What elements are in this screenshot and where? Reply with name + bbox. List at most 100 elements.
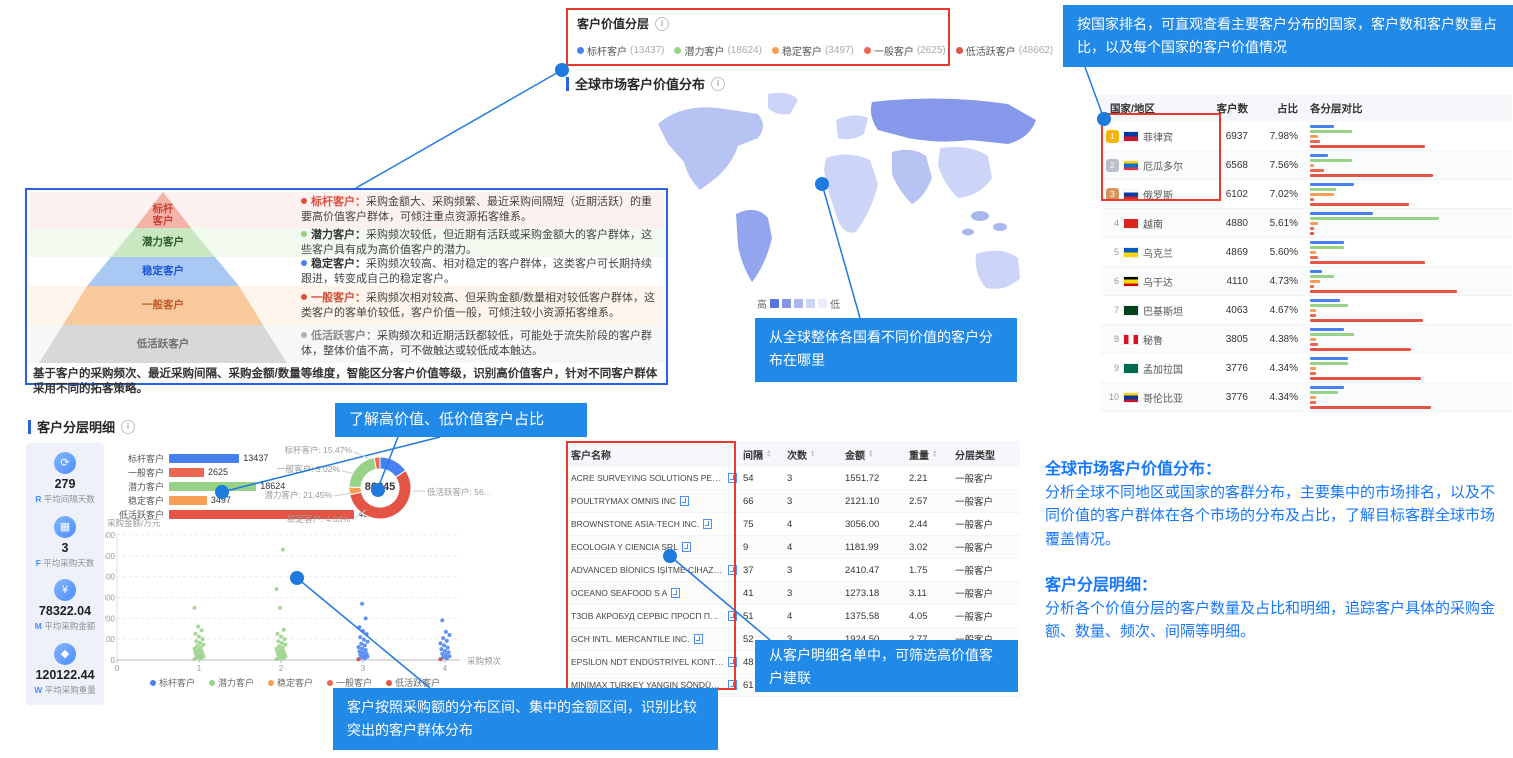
legend-count: (3497) <box>825 45 854 56</box>
tier-bar <box>1310 159 1352 162</box>
scatter-point <box>366 640 370 644</box>
rank-number: 5 <box>1106 247 1119 257</box>
customer-times: 3 <box>781 496 839 507</box>
map-sea-islands <box>962 229 974 236</box>
customer-row[interactable]: POULTRYMAX OMNIS INC6632121.102.57一般客户 <box>565 490 1020 513</box>
legend-item[interactable]: 潜力客户(18624) <box>674 43 761 58</box>
country-row[interactable]: 3俄罗斯61027.02% <box>1100 180 1512 209</box>
country-row[interactable]: 4越南48805.61% <box>1100 209 1512 238</box>
copy-icon[interactable] <box>728 473 737 483</box>
scatter-point <box>362 638 366 642</box>
scatter-legend-item[interactable]: 稳定客户 <box>268 676 313 689</box>
customer-name-cell: GCH INTL. MERCANTILE INC. <box>565 634 737 644</box>
customer-row[interactable]: ТЗОВ АКРОБУД СЕРВІС ПРОСП ПЕРЕМОГИ 91514… <box>565 605 1020 628</box>
country-col-header: 各分层对比 <box>1298 101 1512 116</box>
scatter-point <box>445 639 449 643</box>
rank-number: 4 <box>1106 218 1119 228</box>
legend-item[interactable]: 一般客户(2625) <box>864 43 946 58</box>
country-flag-icon <box>1123 247 1139 258</box>
customer-name-cell: ACRE SURVEYING SOLUTIONS PERU S A C AC <box>565 473 737 483</box>
tier-bar <box>1310 164 1314 167</box>
stat-value: 279 <box>35 477 95 491</box>
scatter-legend-item[interactable]: 潜力客户 <box>209 676 254 689</box>
customer-col-header-text: 金额 <box>845 447 865 462</box>
copy-icon[interactable] <box>680 496 689 506</box>
customer-amount: 3056.00 <box>839 519 903 530</box>
sort-icon[interactable]: ▲▼ <box>932 450 937 459</box>
country-name: 乌克兰 <box>1143 245 1173 260</box>
scatter-point <box>360 602 364 606</box>
callout-customer-list: 从客户明细名单中，可筛选高价值客户建联 <box>755 640 1018 692</box>
tier-bar <box>1310 183 1354 186</box>
country-flag-icon <box>1123 334 1139 345</box>
axis-tick-label: 400 <box>105 573 116 582</box>
copy-icon[interactable] <box>728 611 737 621</box>
country-name: 菲律宾 <box>1143 129 1173 144</box>
country-row[interactable]: 5乌克兰48695.60% <box>1100 238 1512 267</box>
map-russia <box>871 98 1036 144</box>
customer-name-cell: POULTRYMAX OMNIS INC <box>565 496 737 506</box>
info-icon[interactable] <box>711 77 725 91</box>
customer-row[interactable]: OCEANO SEAFOOD S A4131273.183.11一般客户 <box>565 582 1020 605</box>
purchase-scatter-chart: 010020030040050060001234采购金额/万元采购频次 <box>105 518 510 678</box>
scatter-legend-label: 标杆客户 <box>159 676 195 689</box>
country-percentage: 5.61% <box>1248 218 1298 229</box>
country-customer-count: 6102 <box>1200 189 1248 200</box>
sort-icon[interactable]: ▲▼ <box>810 450 815 459</box>
tier-bar <box>1310 362 1348 365</box>
copy-icon[interactable] <box>728 657 737 667</box>
customer-row[interactable]: BROWNSTONE ASIA-TECH INC.7543056.002.44一… <box>565 513 1020 536</box>
scatter-point <box>357 625 361 629</box>
scatter-point <box>200 649 204 653</box>
bar <box>169 454 239 463</box>
scatter-point <box>195 644 199 648</box>
legend-item[interactable]: 稳定客户(3497) <box>772 43 854 58</box>
country-row[interactable]: 2厄瓜多尔65687.56% <box>1100 151 1512 180</box>
customer-row[interactable]: ECOLOGIA Y CIENCIA SRL941181.993.02一般客户 <box>565 536 1020 559</box>
legend-label: 低活跃客户 <box>966 43 1016 58</box>
copy-icon[interactable] <box>728 680 737 690</box>
info-icon[interactable] <box>655 17 669 31</box>
tier-bar <box>1310 396 1316 399</box>
customer-tier: 一般客户 <box>949 494 1020 508</box>
sort-icon[interactable]: ▲▼ <box>766 450 771 459</box>
axis-tick-label: 采购金额/万元 <box>107 518 161 528</box>
customer-row[interactable]: ADVANCED BİONİCS İŞİTME CİHAZLARI TİCARE… <box>565 559 1020 582</box>
customer-name: BROWNSTONE ASIA-TECH INC. <box>571 519 699 529</box>
country-row[interactable]: 7巴基斯坦40634.67% <box>1100 296 1512 325</box>
country-row[interactable]: 6乌干达41104.73% <box>1100 267 1512 296</box>
donut-label: 一般客户: 3.02% <box>240 463 340 475</box>
rank-number: 7 <box>1106 305 1119 315</box>
customer-row[interactable]: ACRE SURVEYING SOLUTIONS PERU S A C AC54… <box>565 467 1020 490</box>
customer-amount: 1551.72 <box>839 473 903 484</box>
bar-label: 一般客户 <box>110 466 164 479</box>
stat-prefix: M <box>35 621 42 631</box>
country-row[interactable]: 1菲律宾69377.98% <box>1100 122 1512 151</box>
legend-item[interactable]: 标杆客户(13437) <box>577 43 664 58</box>
country-row[interactable]: 8秘鲁38054.38% <box>1100 325 1512 354</box>
customer-name: ADVANCED BİONİCS İŞİTME CİHAZLARI TİCARE… <box>571 565 724 575</box>
pyramid-shape: 潜力客户 <box>111 228 215 257</box>
scatter-legend-label: 稳定客户 <box>277 676 313 689</box>
country-row[interactable]: 9孟加拉国37764.34% <box>1100 354 1512 383</box>
legend-item[interactable]: 低活跃客户(48662) <box>956 43 1053 58</box>
copy-icon[interactable] <box>682 542 691 552</box>
sort-icon[interactable]: ▲▼ <box>868 450 873 459</box>
scatter-legend-item[interactable]: 标杆客户 <box>150 676 195 689</box>
tier-bar <box>1310 227 1314 230</box>
country-row[interactable]: 10哥伦比亚37764.34% <box>1100 383 1512 412</box>
scatter-point <box>447 650 451 654</box>
copy-icon[interactable] <box>694 634 703 644</box>
copy-icon[interactable] <box>728 565 737 575</box>
legend-dot-icon <box>209 680 215 686</box>
copy-icon[interactable] <box>703 519 712 529</box>
legend-count: (18624) <box>727 45 761 56</box>
info-icon[interactable] <box>121 420 135 434</box>
map-sea-islands <box>993 223 1007 231</box>
country-name-cell: 5 乌克兰 <box>1100 245 1200 260</box>
callout-country-ranking: 按国家排名，可直观查看主要客户分布的国家，客户数和客户数量占比，以及每个国家的客… <box>1063 5 1513 67</box>
world-map[interactable] <box>640 86 1060 316</box>
customer-interval: 37 <box>737 565 781 576</box>
scatter-point <box>193 606 197 610</box>
copy-icon[interactable] <box>671 588 680 598</box>
